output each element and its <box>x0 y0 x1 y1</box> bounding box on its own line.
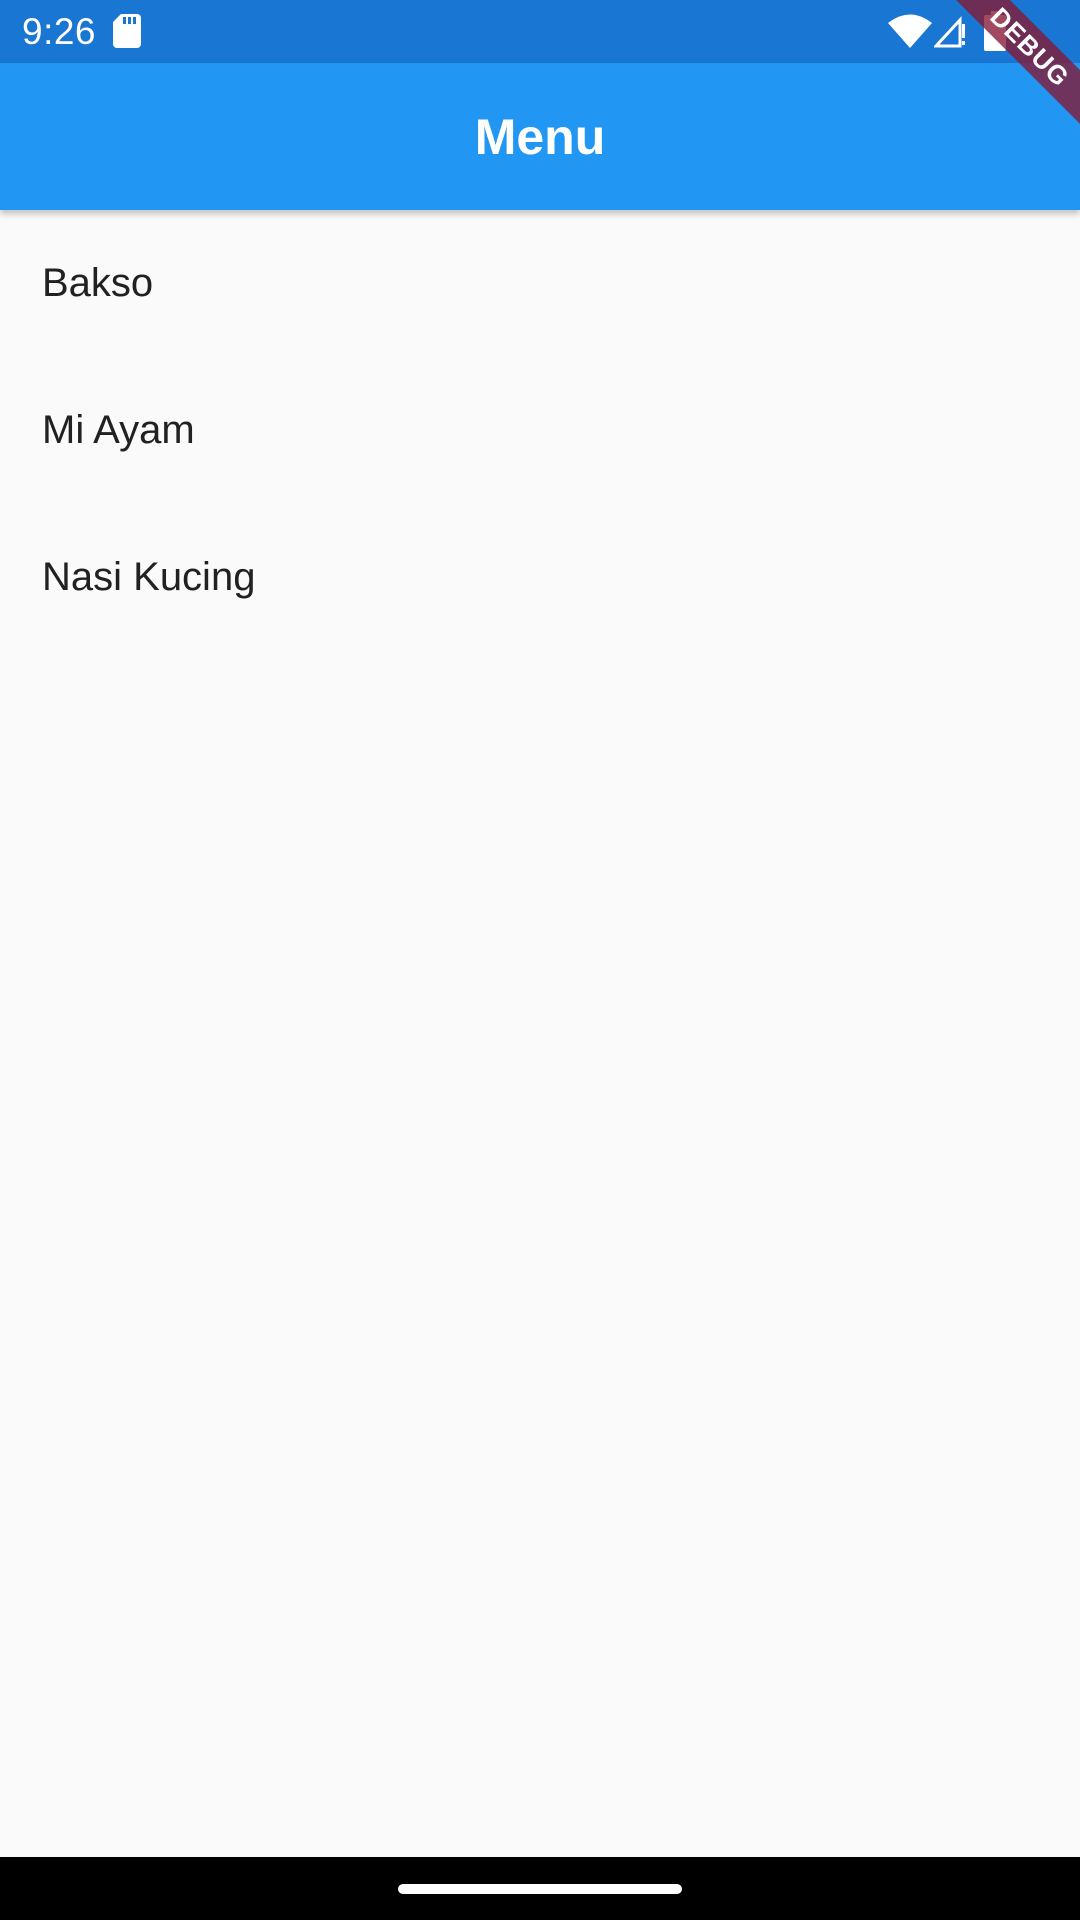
menu-list: Bakso Mi Ayam Nasi Kucing <box>0 210 1080 651</box>
menu-item-label: Mi Ayam <box>42 408 195 452</box>
status-time: 9:26 <box>22 11 97 52</box>
menu-item-label: Nasi Kucing <box>42 555 256 599</box>
list-item[interactable]: Mi Ayam <box>0 357 1080 504</box>
status-bar: 9:26 <box>0 0 1080 63</box>
battery-icon <box>984 11 1006 51</box>
signal-icon <box>934 16 965 48</box>
list-item[interactable]: Bakso <box>0 210 1080 357</box>
navigation-bar <box>0 1857 1080 1920</box>
sd-card-icon <box>113 14 141 48</box>
list-item[interactable]: Nasi Kucing <box>0 504 1080 651</box>
app-bar: Menu <box>0 63 1080 210</box>
home-indicator[interactable] <box>398 1884 682 1894</box>
menu-item-label: Bakso <box>42 261 154 305</box>
page-title: Menu <box>474 109 606 165</box>
wifi-icon <box>888 14 932 48</box>
